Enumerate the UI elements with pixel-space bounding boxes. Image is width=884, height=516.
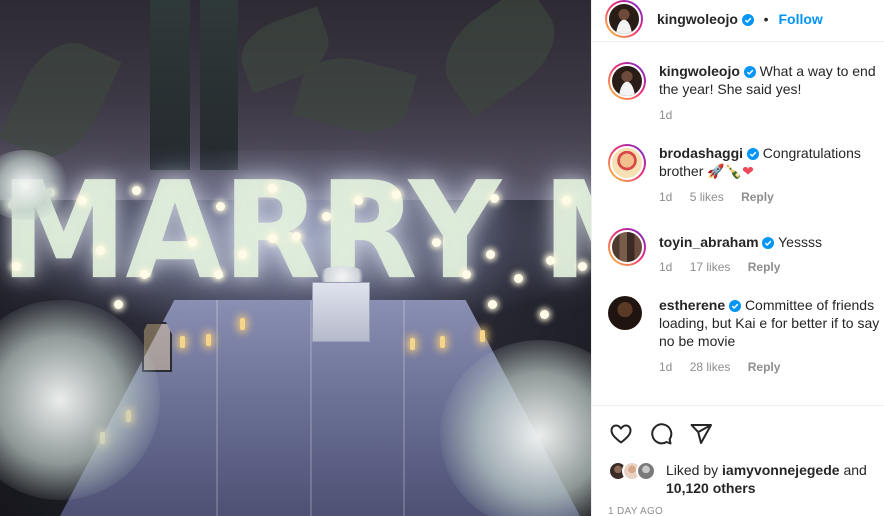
comment-username[interactable]: brodashaggi: [659, 145, 743, 161]
photo-window: [200, 0, 238, 170]
verified-badge-icon: [746, 148, 759, 160]
likes-count[interactable]: 10,120 others: [666, 480, 756, 496]
comment-likes[interactable]: 17 likes: [690, 260, 731, 274]
comment-time[interactable]: 1d: [659, 190, 672, 204]
heart-icon[interactable]: [609, 422, 633, 446]
comment-text: Yessss: [778, 234, 822, 250]
comment-likes[interactable]: 5 likes: [690, 190, 724, 204]
liked-by-text: Liked by iamyvonnejegede and 10,120 othe…: [666, 461, 867, 497]
verified-badge-icon: [729, 300, 742, 312]
post-image[interactable]: MARRY ME: [0, 0, 591, 516]
follow-button[interactable]: Follow: [778, 11, 822, 27]
comment-avatar[interactable]: [608, 144, 646, 182]
post-date[interactable]: 1 DAY AGO: [608, 506, 663, 516]
comment-time[interactable]: 1d: [659, 260, 672, 274]
reply-button[interactable]: Reply: [741, 190, 774, 204]
comment-username[interactable]: toyin_abraham: [659, 234, 759, 250]
share-icon[interactable]: [689, 422, 713, 446]
post-actions: Liked by iamyvonnejegede and 10,120 othe…: [592, 405, 884, 516]
verified-badge-icon: [743, 66, 756, 78]
comment-emojis: 🚀🍾❤: [707, 164, 754, 180]
reply-button[interactable]: Reply: [748, 360, 781, 374]
comment-icon[interactable]: [649, 422, 673, 446]
comment-avatar[interactable]: [608, 228, 646, 266]
verified-badge-icon: [762, 237, 775, 249]
caption-avatar[interactable]: [608, 62, 646, 100]
verified-badge-icon: [741, 14, 754, 26]
liked-by-prefix: Liked by: [666, 462, 719, 478]
comment-likes[interactable]: 28 likes: [690, 360, 731, 374]
caption-time[interactable]: 1d: [659, 108, 672, 122]
liked-by-user[interactable]: iamyvonnejegede: [722, 462, 840, 478]
reply-button[interactable]: Reply: [748, 260, 781, 274]
caption-username[interactable]: kingwoleojo: [659, 63, 740, 79]
photo-box: [312, 282, 370, 342]
liker-avatar[interactable]: [636, 461, 656, 481]
author-avatar[interactable]: [605, 0, 643, 38]
author-username[interactable]: kingwoleojo: [657, 11, 738, 27]
separator-dot: •: [763, 11, 769, 27]
comment-avatar[interactable]: [608, 296, 642, 330]
liked-by-conj: and: [843, 462, 867, 478]
post-header: kingwoleojo • Follow: [592, 0, 884, 42]
photo-window: [150, 0, 190, 170]
comment-time[interactable]: 1d: [659, 360, 672, 374]
comment-username[interactable]: estherene: [659, 297, 725, 313]
post-sidebar: kingwoleojo • Follow kingwoleojo What a …: [591, 0, 884, 516]
